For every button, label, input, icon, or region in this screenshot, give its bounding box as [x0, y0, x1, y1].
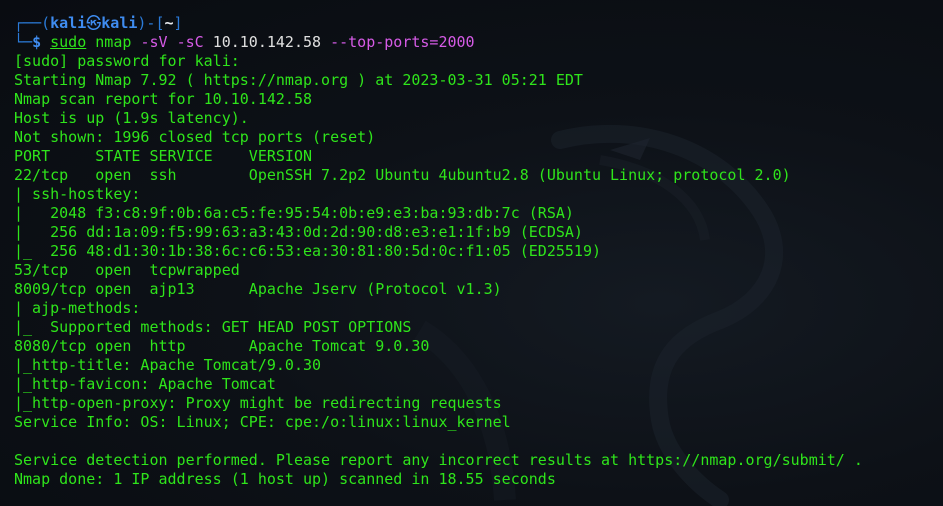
prompt-at-symbol: ㉿	[86, 14, 102, 32]
output-line: Service detection performed. Please repo…	[14, 451, 863, 469]
output-line: Starting Nmap 7.92 ( https://nmap.org ) …	[14, 71, 583, 89]
output-line: PORT STATE SERVICE VERSION	[14, 147, 313, 165]
prompt-frame-end: ]	[173, 14, 183, 32]
output-line: |_http-title: Apache Tomcat/9.0.30	[14, 356, 322, 374]
prompt-dollar: $	[32, 33, 42, 51]
prompt-frame-mid: )-[	[137, 14, 165, 32]
output-line: | ajp-methods:	[14, 299, 141, 317]
prompt-line: ┌──(kali㉿kali)-[~]	[14, 14, 939, 33]
output-line: | ssh-hostkey:	[14, 185, 141, 203]
output-line: |_ Supported methods: GET HEAD POST OPTI…	[14, 318, 412, 336]
output-line: Nmap done: 1 IP address (1 host up) scan…	[14, 470, 556, 488]
output-line: 22/tcp open ssh OpenSSH 7.2p2 Ubuntu 4ub…	[14, 166, 791, 184]
prompt-frame-top: ┌──(	[14, 14, 51, 32]
output-line: |_ 256 48:d1:30:1b:38:6c:c6:53:ea:30:81:…	[14, 242, 601, 260]
command-binary: nmap	[95, 33, 132, 51]
command-line[interactable]: └─$ sudo nmap -sV -sC 10.10.142.58 --top…	[14, 33, 939, 52]
command-flag-sc: -sC	[176, 33, 204, 51]
output-line: 53/tcp open tcpwrapped	[14, 261, 240, 279]
output-line: Nmap scan report for 10.10.142.58	[14, 90, 313, 108]
output-line: Not shown: 1996 closed tcp ports (reset)	[14, 128, 376, 146]
output-line: Service Info: OS: Linux; CPE: cpe:/o:lin…	[14, 413, 511, 431]
output-line: [sudo] password for kali:	[14, 52, 240, 70]
output-line: |_http-open-proxy: Proxy might be redire…	[14, 394, 502, 412]
terminal-screen: ┌──(kali㉿kali)-[~] └─$ sudo nmap -sV -sC…	[14, 14, 939, 489]
output-line: 8080/tcp open http Apache Tomcat 9.0.30	[14, 337, 430, 355]
output-line: | 256 dd:1a:09:f5:99:63:a3:43:0d:2d:90:d…	[14, 223, 583, 241]
command-sudo: sudo	[50, 33, 87, 51]
prompt-frame-bottom: └─	[14, 33, 33, 51]
terminal-window[interactable]: ┌──(kali㉿kali)-[~] └─$ sudo nmap -sV -sC…	[0, 0, 943, 506]
command-flag-top-ports: --top-ports=2000	[330, 33, 475, 51]
prompt-user: kali	[50, 14, 87, 32]
command-flag-sv: -sV	[140, 33, 168, 51]
output-line: 8009/tcp open ajp13 Apache Jserv (Protoc…	[14, 280, 502, 298]
output-line: | 2048 f3:c8:9f:0b:6a:c5:fe:95:54:0b:e9:…	[14, 204, 574, 222]
prompt-cwd: ~	[164, 14, 174, 32]
command-target: 10.10.142.58	[212, 33, 322, 51]
output-line: |_http-favicon: Apache Tomcat	[14, 375, 276, 393]
output-line: Host is up (1.9s latency).	[14, 109, 249, 127]
prompt-host: kali	[101, 14, 138, 32]
